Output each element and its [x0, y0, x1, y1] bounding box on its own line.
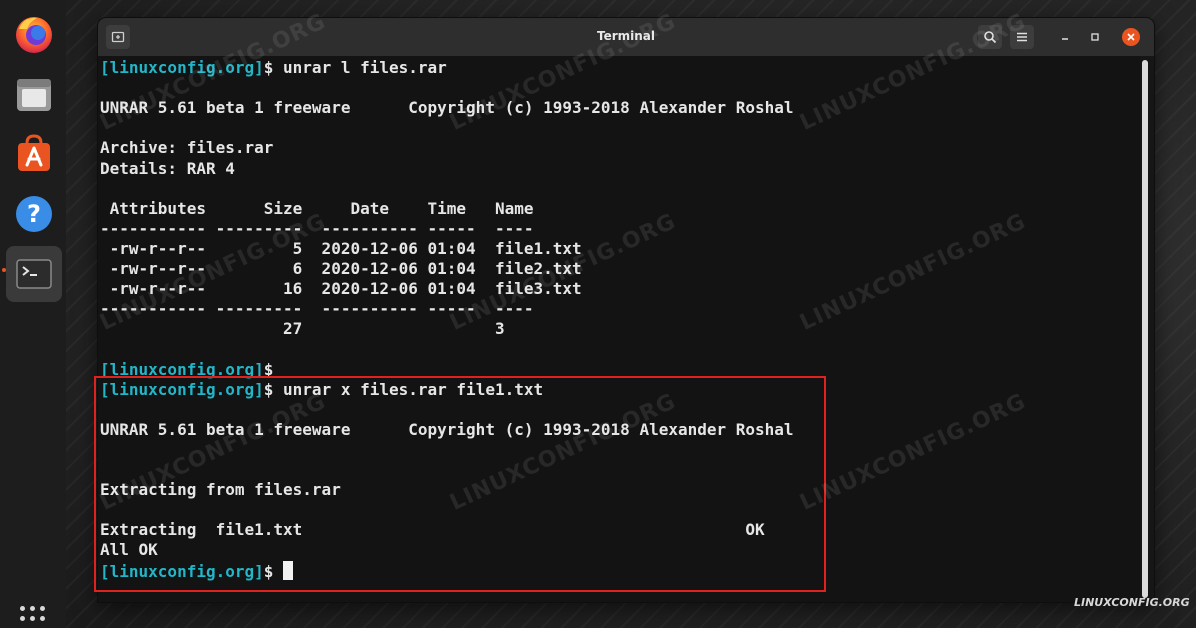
- terminal-icon: [16, 259, 52, 289]
- terminal-text: UNRAR 5.61 beta 1 freeware Copyright (c)…: [100, 98, 794, 118]
- terminal-line: Archive: files.rar: [100, 138, 273, 158]
- terminal-text: Details: RAR 4: [100, 158, 235, 178]
- terminal-line: Extracting file1.txt OK: [100, 520, 765, 540]
- dock: ?: [0, 0, 66, 628]
- close-icon: [1127, 33, 1135, 41]
- svg-text:?: ?: [27, 200, 41, 228]
- terminal-text: -rw-r--r-- 16 2020-12-06 01:04 file3.txt: [100, 279, 582, 299]
- shell-prompt: [linuxconfig.org]: [100, 359, 264, 379]
- shell-prompt: [linuxconfig.org]: [100, 379, 264, 399]
- terminal-text: Extracting from files.rar: [100, 480, 341, 500]
- terminal-text: $ unrar l files.rar: [263, 58, 447, 77]
- terminal-text: All OK: [100, 540, 158, 560]
- terminal-line: [linuxconfig.org]$ unrar l files.rar: [100, 58, 447, 78]
- terminal-line: All OK: [100, 540, 158, 560]
- terminal-line: -rw-r--r-- 16 2020-12-06 01:04 file3.txt: [100, 279, 582, 299]
- terminal-line: Attributes Size Date Time Name: [100, 198, 534, 219]
- terminal-text: $ unrar x files.rar file1.txt: [263, 379, 544, 399]
- terminal-text: $: [263, 561, 284, 581]
- terminal-line: UNRAR 5.61 beta 1 freeware Copyright (c)…: [100, 98, 794, 118]
- maximize-button[interactable]: [1086, 28, 1104, 46]
- files-icon: [17, 79, 51, 111]
- terminal-line: Extracting from files.rar: [100, 480, 341, 500]
- close-button[interactable]: [1122, 28, 1140, 46]
- linuxconfig-logo: LINUXCONFIG.ORG: [1074, 596, 1190, 609]
- terminal-output[interactable]: [linuxconfig.org]$ unrar l files.rar UNRA…: [98, 56, 1140, 602]
- terminal-line: 27 3: [100, 319, 505, 339]
- maximize-icon: [1091, 33, 1099, 41]
- terminal-text: -rw-r--r-- 5 2020-12-06 01:04 file1.txt: [100, 238, 582, 258]
- terminal-line: -rw-r--r-- 5 2020-12-06 01:04 file1.txt: [100, 239, 582, 259]
- terminal-window: Terminal [linuxconfig.org]$ unrar l file…: [98, 18, 1154, 602]
- terminal-line: [linuxconfig.org]$: [100, 560, 294, 581]
- search-icon: [984, 31, 997, 44]
- minimize-icon: [1062, 38, 1068, 40]
- help-icon: ?: [16, 196, 52, 232]
- terminal-line: -rw-r--r-- 6 2020-12-06 01:04 file2.txt: [100, 259, 582, 279]
- terminal-text: 27 3: [100, 319, 505, 339]
- active-indicator: [2, 268, 6, 272]
- scrollbar[interactable]: [1142, 60, 1148, 598]
- terminal-text: Attributes Size Date Time Name: [100, 198, 534, 218]
- search-button[interactable]: [978, 25, 1002, 49]
- dock-help[interactable]: ?: [12, 192, 56, 236]
- dock-firefox[interactable]: [12, 12, 56, 56]
- terminal-text: -rw-r--r-- 6 2020-12-06 01:04 file2.txt: [100, 259, 582, 278]
- titlebar[interactable]: Terminal: [98, 18, 1154, 56]
- grid-icon[interactable]: [20, 606, 48, 624]
- terminal-line: Details: RAR 4: [100, 159, 235, 179]
- terminal-text: ----------- --------- ---------- ----- -…: [100, 299, 534, 319]
- software-icon: [18, 134, 50, 171]
- terminal-text: Extracting file1.txt OK: [100, 520, 765, 540]
- shell-prompt: [linuxconfig.org]: [100, 58, 264, 77]
- text-cursor: [283, 560, 294, 580]
- firefox-icon: [16, 17, 52, 53]
- terminal-line: UNRAR 5.61 beta 1 freeware Copyright (c)…: [100, 420, 794, 440]
- dock-terminal[interactable]: [6, 246, 62, 302]
- terminal-line: ----------- --------- ---------- ----- -…: [100, 299, 533, 319]
- terminal-line: [linuxconfig.org]$ unrar x files.rar fil…: [100, 380, 543, 400]
- terminal-line: [linuxconfig.org]$: [100, 360, 273, 380]
- terminal-text: $: [263, 359, 274, 379]
- terminal-line: ----------- --------- ---------- ----- -…: [100, 219, 533, 239]
- terminal-text: ----------- --------- ---------- ----- -…: [100, 218, 534, 238]
- hamburger-icon: [1017, 32, 1027, 42]
- terminal-text: UNRAR 5.61 beta 1 freeware Copyright (c)…: [100, 419, 794, 439]
- terminal-text: Archive: files.rar: [100, 138, 274, 158]
- menu-button[interactable]: [1010, 25, 1034, 49]
- minimize-button[interactable]: [1056, 28, 1074, 46]
- shell-prompt: [linuxconfig.org]: [100, 561, 264, 581]
- dock-files[interactable]: [12, 72, 56, 116]
- dock-software[interactable]: [12, 132, 56, 176]
